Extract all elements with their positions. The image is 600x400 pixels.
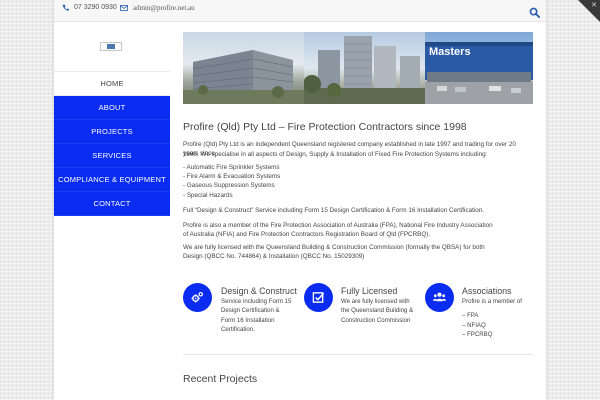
banner-images: Masters: [183, 32, 533, 104]
banner-image-towers: [304, 32, 425, 104]
phone-number: 07 3290 0930: [74, 4, 117, 11]
section-divider: [183, 354, 533, 355]
nav-item-projects[interactable]: PROJECTS: [54, 120, 170, 144]
feature-line: – NFIAQ: [462, 321, 486, 329]
close-icon[interactable]: ✕: [591, 1, 597, 9]
phone-contact[interactable]: 07 3290 0930: [62, 4, 117, 11]
design-construct-paragraph: Full “Design & Construct” Service includ…: [183, 207, 484, 214]
feature-line: Service including Form 15: [221, 298, 292, 305]
page-title: Profire (Qld) Pty Ltd – Fire Protection …: [183, 121, 467, 133]
nav-item-compliance-equipment[interactable]: COMPLIANCE & EQUIPMENT: [54, 168, 170, 192]
list-item: - Special Hazards: [183, 191, 233, 199]
feature-line: – FPA: [462, 312, 479, 320]
feature-title: Fully Licensed: [341, 286, 398, 296]
feature-description: Profire is a member of – FPA – NFIAQ – F…: [462, 297, 522, 339]
feature-description: We are fully licensed with the Queenslan…: [341, 297, 413, 325]
feature-icon-circle[interactable]: [304, 283, 333, 312]
search-button[interactable]: [529, 5, 540, 18]
feature-icon-circle[interactable]: [425, 283, 454, 312]
membership-paragraph-line2: of Australia (NFIA) and Fire Protection …: [183, 231, 431, 238]
users-icon: [433, 292, 446, 302]
feature-line: Design Certification &: [221, 307, 280, 315]
licensed-paragraph-line1: We are fully licensed with the Queenslan…: [183, 244, 485, 251]
feature-line: Profire is a member of: [462, 298, 522, 305]
recent-projects-heading: Recent Projects: [183, 373, 258, 385]
list-item: - Automatic Fire Sprinkler Systems: [183, 164, 280, 171]
search-icon: [529, 7, 540, 18]
list-item: - Gaseous Suppression Systems: [183, 182, 275, 190]
feature-line: Certification.: [221, 325, 255, 333]
main-navigation: HOME ABOUT PROJECTS SERVICES COMPLIANCE …: [54, 71, 170, 216]
feature-line: the Queensland Building &: [341, 307, 414, 315]
nav-item-services[interactable]: SERVICES: [54, 144, 170, 168]
phone-icon: [62, 4, 69, 11]
feature-line: We are fully licensed with: [341, 298, 410, 305]
top-bar: 07 3290 0930 admin@profire.net.au: [54, 0, 546, 22]
email-contact[interactable]: admin@profire.net.au: [120, 4, 195, 12]
licensed-paragraph-line2: Design (QBCC No. 744864) & Installation …: [183, 253, 365, 260]
checkbox-icon: [312, 292, 325, 303]
logo-area: [54, 22, 170, 70]
membership-paragraph-line1: Profire is also a member of the Fire Pro…: [183, 222, 493, 229]
systems-list: - Automatic Fire Sprinkler Systems - Fir…: [183, 163, 280, 200]
gears-icon: [191, 291, 204, 303]
intro-paragraph-line2: 1998. We specialise in all aspects of De…: [183, 151, 488, 158]
feature-title: Associations: [462, 286, 512, 296]
feature-title: Design & Construct: [221, 286, 297, 296]
feature-line: Form 16 Installation: [221, 316, 275, 324]
feature-line: Construction Commission: [341, 316, 411, 324]
page-container: 07 3290 0930 admin@profire.net.au HOME A…: [54, 0, 546, 400]
masters-store-sign: Masters: [429, 46, 471, 58]
feature-description: Service including Form 15 Design Certifi…: [221, 297, 291, 334]
banner-image-masters-store: Masters: [425, 32, 533, 104]
envelope-icon: [120, 5, 128, 11]
nav-item-home[interactable]: HOME: [54, 71, 170, 96]
feature-icon-circle[interactable]: [183, 283, 212, 312]
feature-line: – FPCRBQ: [462, 330, 493, 338]
nav-item-contact[interactable]: CONTACT: [54, 192, 170, 216]
company-logo[interactable]: [100, 42, 122, 51]
list-item: - Fire Alarm & Evacuation Systems: [183, 173, 281, 181]
banner-image-office-building: [183, 32, 304, 104]
email-address: admin@profire.net.au: [133, 4, 195, 12]
nav-item-about[interactable]: ABOUT: [54, 96, 170, 120]
